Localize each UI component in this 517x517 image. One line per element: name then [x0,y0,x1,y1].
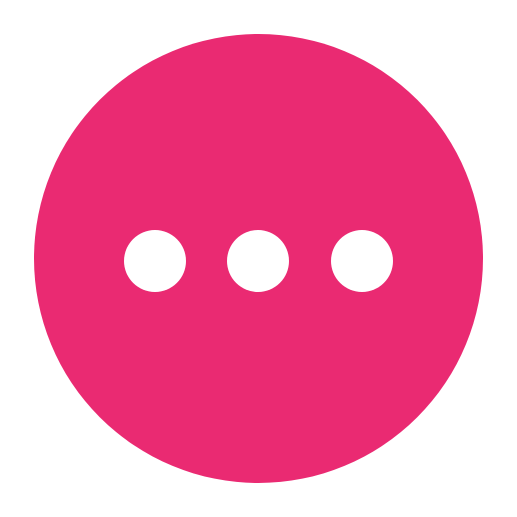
icon-canvas [0,0,517,517]
more-options-button[interactable] [34,34,483,483]
dot-icon-1 [124,230,186,292]
dot-icon-2 [227,230,289,292]
dot-icon-3 [331,230,393,292]
